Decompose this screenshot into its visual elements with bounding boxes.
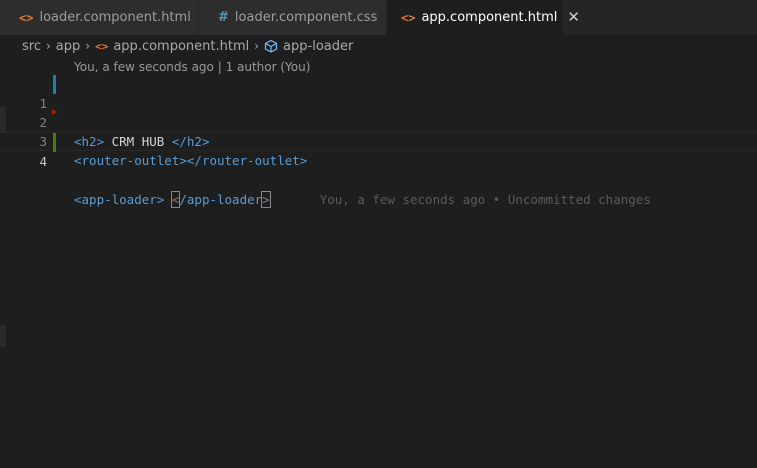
tab-app-component-html[interactable]: <> app.component.html ✕	[387, 0, 580, 35]
code-content: <router-outlet></router-outlet>	[74, 151, 307, 170]
tab-loader-component-css[interactable]: # loader.component.css	[199, 0, 387, 35]
gutter-added-marker	[53, 133, 56, 152]
router-outlet-close-tag: </router-outlet>	[186, 153, 308, 168]
chevron-right-icon: ›	[85, 39, 91, 53]
code-editor[interactable]: You, a few seconds ago | 1 author (You) …	[0, 57, 757, 468]
close-icon[interactable]: ✕	[567, 10, 580, 25]
tab-bar: <> loader.component.html # loader.compon…	[0, 0, 757, 35]
code-line-2[interactable]: 2	[0, 94, 757, 130]
chevron-right-icon: ›	[254, 39, 260, 53]
tab-loader-component-html[interactable]: <> loader.component.html	[0, 0, 199, 35]
breadcrumb: src › app › <> app.component.html › app-…	[0, 35, 757, 57]
breadcrumb-item-app-loader[interactable]: app-loader	[283, 39, 353, 54]
bracket-match-highlight: >	[261, 191, 271, 208]
gutter-modified-marker	[53, 75, 56, 94]
tab-label: loader.component.css	[234, 10, 378, 25]
css-file-icon: #	[218, 10, 229, 25]
router-outlet-open-tag: <router-outlet>	[74, 153, 187, 168]
tab-label: loader.component.html	[39, 10, 191, 25]
element-cube-icon	[264, 39, 278, 53]
app-loader-open-tag: <app-loader>	[74, 192, 165, 207]
html-file-icon: <>	[401, 10, 416, 25]
code-content: <app-loader> </app-loader> You, a few sec…	[74, 190, 651, 209]
app-loader-close-tag: /app-loader	[179, 192, 263, 207]
tab-label: app.component.html	[421, 10, 558, 25]
html-file-icon: <>	[19, 10, 34, 25]
inline-blame-annotation: You, a few seconds ago • Uncommitted cha…	[319, 192, 651, 207]
code-line-3[interactable]: 3 <router-outlet></router-outlet>	[0, 113, 757, 168]
codelens-author[interactable]: You, a few seconds ago | 1 author (You)	[74, 60, 310, 74]
line-number: 4	[39, 154, 47, 169]
code-line-4[interactable]: 4 <app-loader> </app-loader> You, a few s…	[0, 132, 757, 208]
html-file-icon: <>	[95, 39, 109, 53]
chevron-right-icon: ›	[45, 39, 51, 53]
breadcrumb-item-file[interactable]: app.component.html	[113, 39, 249, 54]
breadcrumb-item-src[interactable]: src	[22, 39, 41, 54]
overview-ruler-marker	[0, 325, 6, 347]
code-line-1[interactable]: 1 <h2> CRM HUB </h2>	[0, 75, 757, 149]
breadcrumb-item-app[interactable]: app	[56, 39, 80, 54]
overview-ruler-marker	[0, 106, 6, 133]
